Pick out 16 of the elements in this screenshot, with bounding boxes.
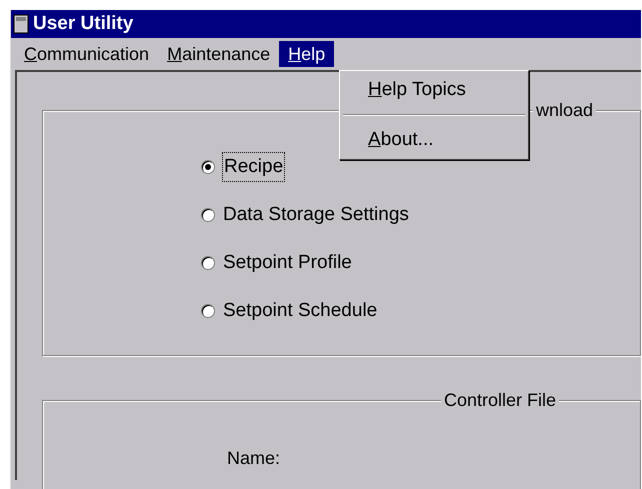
radio-button[interactable] bbox=[201, 160, 215, 174]
menu-item[interactable]: Help bbox=[279, 41, 334, 67]
radio-label[interactable]: Setpoint Profile bbox=[223, 248, 352, 278]
field-label: Name: bbox=[227, 448, 280, 468]
window-title: User Utility bbox=[33, 12, 134, 36]
radio-label[interactable]: Setpoint Schedule bbox=[223, 296, 378, 326]
app-icon[interactable] bbox=[13, 14, 29, 34]
radio-button[interactable] bbox=[201, 208, 215, 222]
radio-label[interactable]: Data Storage Settings bbox=[223, 200, 409, 230]
menu-item[interactable]: About... bbox=[342, 124, 526, 156]
radio-button[interactable] bbox=[201, 256, 215, 270]
radio-button[interactable] bbox=[201, 304, 215, 318]
menu-item[interactable]: Help Topics bbox=[342, 74, 526, 106]
menu-item[interactable]: Communication bbox=[15, 41, 158, 67]
menu-item[interactable]: Maintenance bbox=[158, 41, 280, 67]
radio-label[interactable]: Recipe bbox=[223, 152, 284, 182]
